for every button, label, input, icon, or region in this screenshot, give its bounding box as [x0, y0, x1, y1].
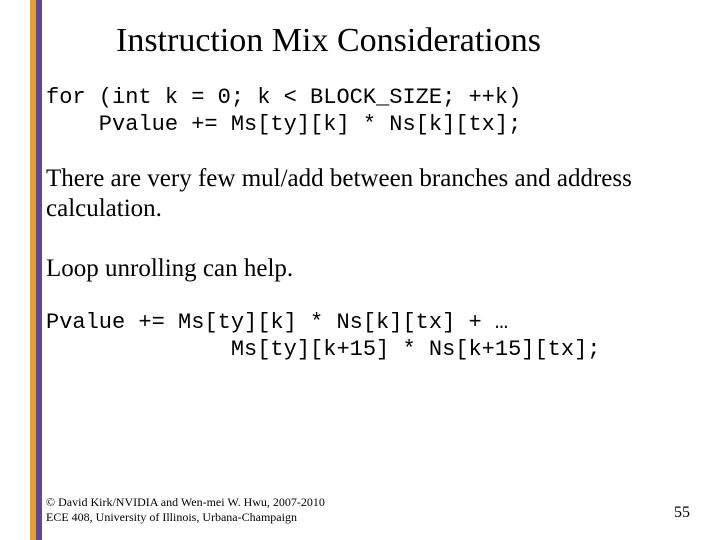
slide-content: Instruction Mix Considerations for (int …: [56, 0, 692, 540]
code-block-unrolled: Pvalue += Ms[ty][k] * Ns[k][tx] + … Ms[t…: [46, 310, 692, 363]
footer-line: ECE 408, University of Illinois, Urbana-…: [46, 510, 325, 524]
accent-bars: [30, 0, 42, 540]
body-paragraph-1: There are very few mul/add between branc…: [46, 164, 682, 224]
slide: Instruction Mix Considerations for (int …: [0, 0, 720, 540]
footer-credits: © David Kirk/NVIDIA and Wen-mei W. Hwu, …: [46, 495, 325, 524]
accent-bar-purple: [36, 0, 42, 540]
code-line: Pvalue += Ms[ty][k] * Ns[k][tx] + …: [46, 310, 508, 335]
code-line: for (int k = 0; k < BLOCK_SIZE; ++k): [46, 85, 521, 110]
code-line: Pvalue += Ms[ty][k] * Ns[k][tx];: [46, 112, 521, 137]
code-block-loop: for (int k = 0; k < BLOCK_SIZE; ++k) Pva…: [46, 85, 692, 138]
code-line: Ms[ty][k+15] * Ns[k+15][tx];: [46, 337, 601, 362]
body-paragraph-2: Loop unrolling can help.: [46, 254, 682, 284]
footer-line: © David Kirk/NVIDIA and Wen-mei W. Hwu, …: [46, 495, 325, 509]
slide-title: Instruction Mix Considerations: [116, 22, 692, 59]
page-number: 55: [674, 504, 690, 522]
